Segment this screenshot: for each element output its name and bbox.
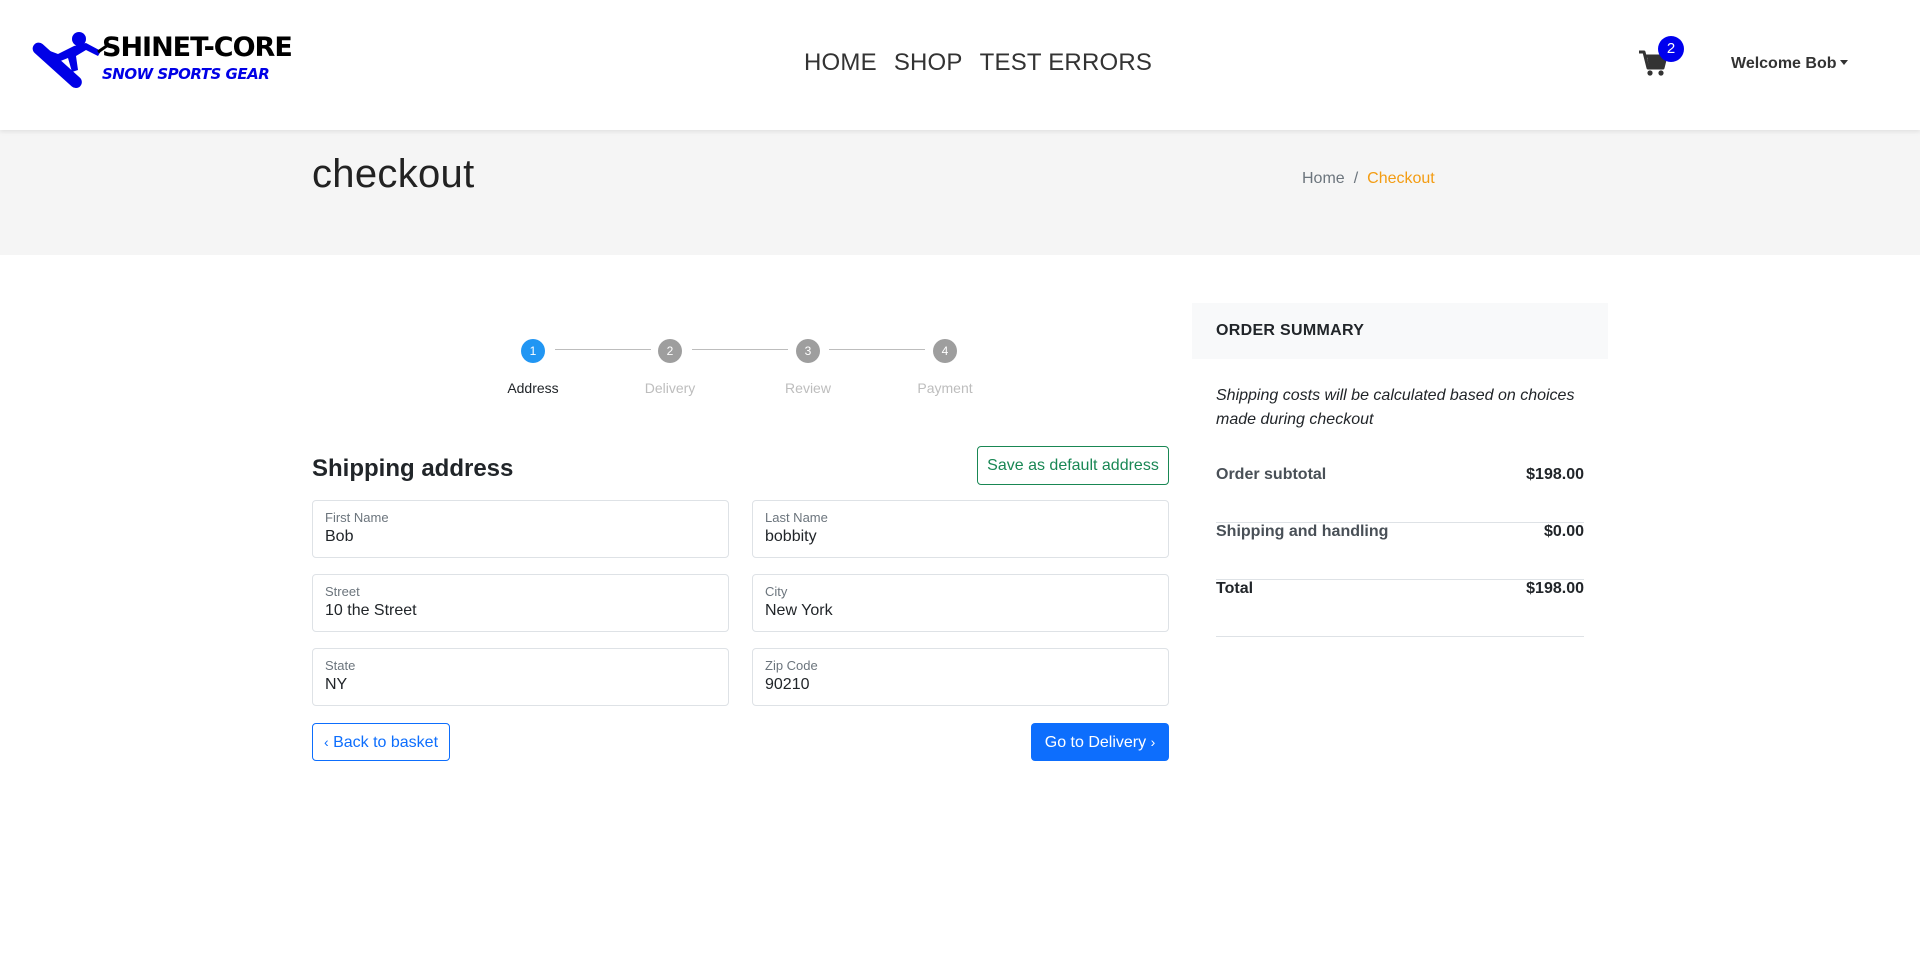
cart-count-badge: 2 [1658, 36, 1684, 62]
breadcrumb-separator: / [1353, 170, 1359, 187]
go-to-delivery-button[interactable]: Go to Delivery › [1031, 723, 1169, 761]
main-nav: HOME SHOP TEST ERRORS [804, 49, 1152, 77]
go-to-delivery-label: Go to Delivery [1044, 734, 1147, 751]
first-name-label: First Name [325, 510, 389, 525]
order-subtotal-amount: $198.00 [1526, 466, 1584, 483]
stepper-connector [692, 349, 788, 350]
last-name-input[interactable] [765, 528, 1155, 546]
shipping-cost-note: Shipping costs will be calculated based … [1216, 387, 1575, 428]
order-summary-header: ORDER SUMMARY [1192, 303, 1608, 359]
step-4-indicator[interactable]: 4 [933, 339, 957, 363]
back-to-basket-button[interactable]: ‹ Back to basket [312, 723, 450, 761]
first-name-input[interactable] [325, 528, 715, 546]
chevron-right-icon: › [1150, 734, 1156, 750]
page-title: checkout [312, 152, 475, 196]
logo-title: SHINET-CORE [102, 32, 293, 63]
nav-home[interactable]: HOME [804, 49, 877, 77]
shipping-handling-row: Shipping and handling $0.00 [1216, 523, 1584, 580]
street-input[interactable] [325, 602, 715, 620]
shipping-address-heading: Shipping address [312, 455, 514, 482]
zip-code-label: Zip Code [765, 658, 818, 673]
zip-code-input[interactable] [765, 676, 1155, 694]
first-name-field[interactable]: First Name [312, 500, 729, 558]
city-input[interactable] [765, 602, 1155, 620]
step-1-indicator[interactable]: 1 [521, 339, 545, 363]
page-title-band: checkout Home / Checkout [0, 130, 1920, 255]
city-label: City [765, 584, 788, 599]
street-label: Street [325, 584, 360, 599]
street-field[interactable]: Street [312, 574, 729, 632]
site-logo[interactable]: SHINET-CORE SNOW SPORTS GEAR [28, 30, 293, 102]
site-header: SHINET-CORE SNOW SPORTS GEAR HOME SHOP T… [0, 0, 1920, 130]
order-subtotal-label: Order subtotal [1216, 466, 1327, 483]
step-4-label: Payment [917, 380, 973, 396]
state-label: State [325, 658, 356, 673]
back-to-basket-label: Back to basket [333, 734, 439, 751]
order-summary-title: ORDER SUMMARY [1216, 322, 1365, 339]
order-total-row: Total $198.00 [1216, 580, 1584, 637]
zip-code-field[interactable]: Zip Code [752, 648, 1169, 706]
chevron-left-icon: ‹ [323, 734, 329, 750]
last-name-field[interactable]: Last Name [752, 500, 1169, 558]
order-total-label: Total [1216, 580, 1254, 597]
save-default-address-button[interactable]: Save as default address [977, 446, 1169, 485]
caret-down-icon [1839, 60, 1848, 66]
order-total-amount: $198.00 [1526, 580, 1584, 597]
breadcrumb-home[interactable]: Home [1302, 170, 1345, 187]
breadcrumb-current: Checkout [1367, 170, 1435, 187]
logo-subtitle: SNOW SPORTS GEAR [102, 65, 270, 83]
shipping-handling-label: Shipping and handling [1216, 523, 1389, 540]
stepper-connector [555, 349, 651, 350]
last-name-label: Last Name [765, 510, 828, 525]
checkout-stepper: 1 2 3 4 Address Delivery Review Payment [500, 337, 1000, 397]
user-menu-toggle[interactable]: Welcome Bob [1731, 55, 1848, 73]
nav-shop[interactable]: SHOP [894, 49, 963, 77]
state-input[interactable] [325, 676, 715, 694]
city-field[interactable]: City [752, 574, 1169, 632]
nav-test-errors[interactable]: TEST ERRORS [980, 49, 1152, 77]
shipping-handling-amount: $0.00 [1543, 523, 1584, 540]
step-3-indicator[interactable]: 3 [796, 339, 820, 363]
state-field[interactable]: State [312, 648, 729, 706]
order-subtotal-row: Order subtotal $198.00 [1216, 466, 1584, 523]
step-2-label: Delivery [644, 380, 696, 396]
breadcrumb: Home / Checkout [1302, 170, 1435, 188]
step-1-label: Address [507, 380, 559, 396]
user-menu-label: Welcome Bob [1731, 55, 1837, 72]
step-3-label: Review [785, 380, 831, 396]
stepper-connector [829, 349, 925, 350]
step-2-indicator[interactable]: 2 [658, 339, 682, 363]
